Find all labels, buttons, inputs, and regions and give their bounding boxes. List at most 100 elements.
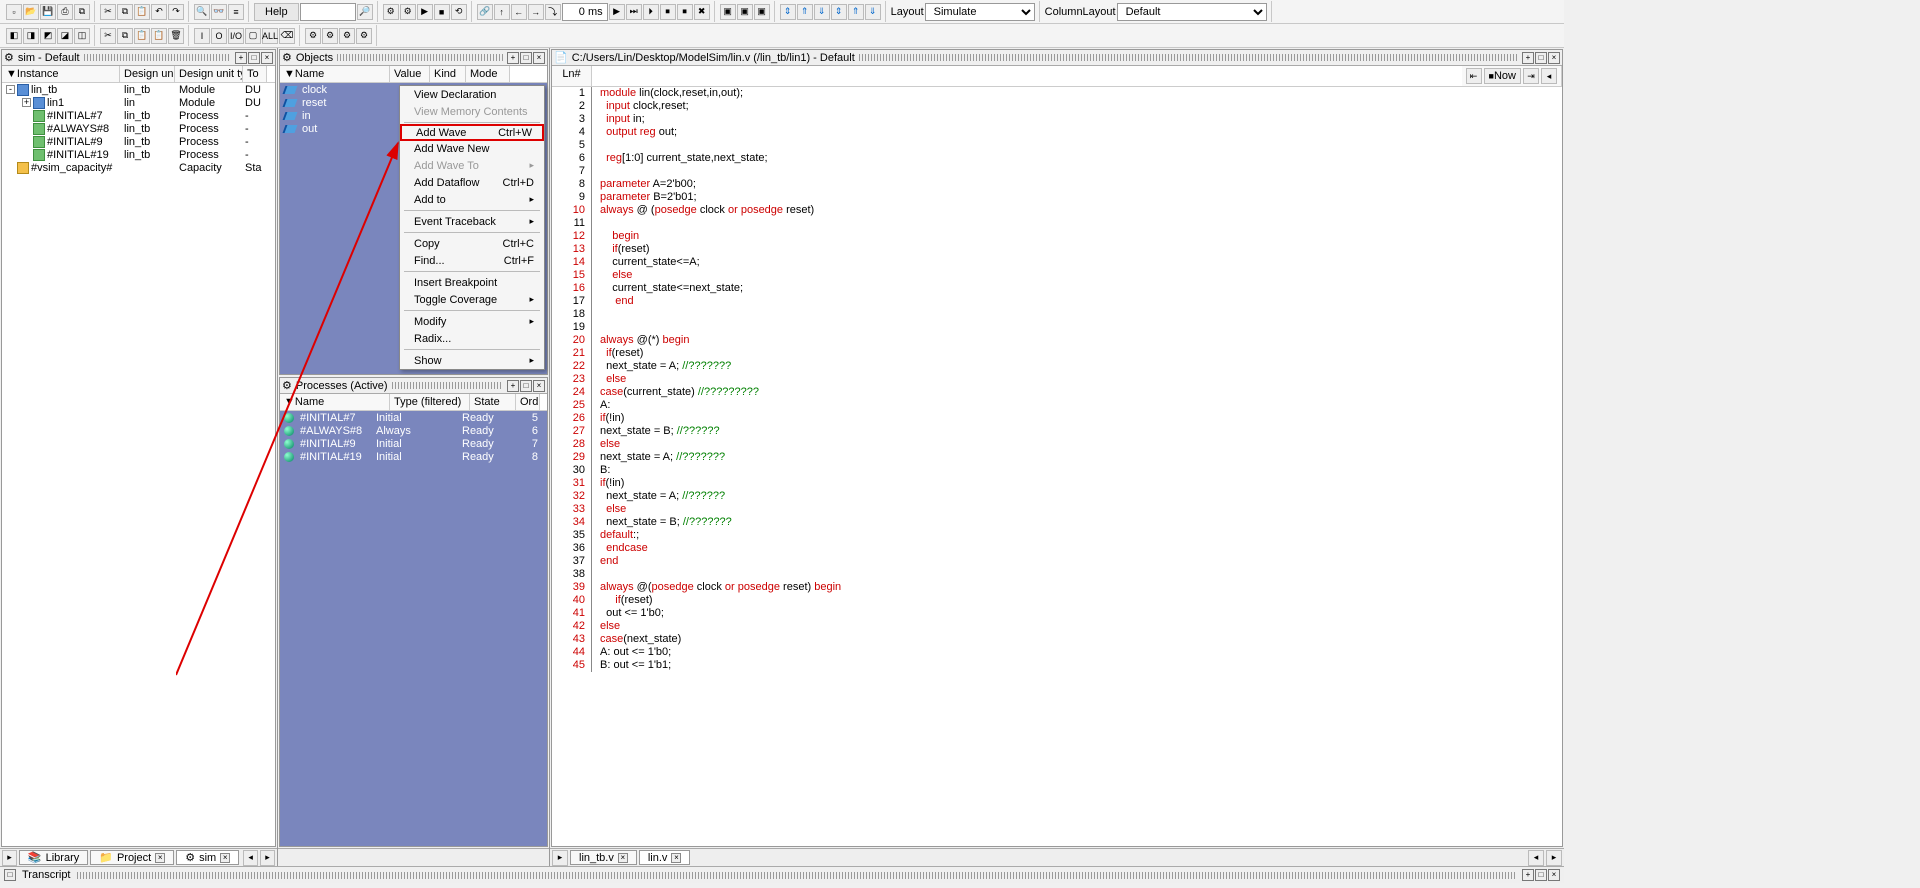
code-line[interactable]: 11 <box>552 217 1562 230</box>
sim-row[interactable]: #INITIAL#7lin_tbProcess- <box>2 109 275 122</box>
menu-modify[interactable]: Modify <box>400 313 544 330</box>
tab-scroll-right[interactable]: ▸ <box>260 850 275 866</box>
gear3-icon[interactable]: ⚙ <box>339 28 355 44</box>
menu-radix-[interactable]: Radix... <box>400 330 544 347</box>
copy-icon[interactable]: ⧉ <box>117 4 133 20</box>
tab-scroll-left[interactable]: ◂ <box>243 850 258 866</box>
code-line[interactable]: 33 else <box>552 503 1562 516</box>
t2-clr-icon[interactable]: ⌫ <box>279 28 295 44</box>
code-body[interactable]: 1module lin(clock,reset,in,out);2 input … <box>552 87 1562 846</box>
tab-lin-close[interactable]: × <box>671 853 681 863</box>
menu-show[interactable]: Show <box>400 352 544 369</box>
find-icon[interactable]: 🔍 <box>194 4 210 20</box>
proc-col-name[interactable]: ▼Name <box>280 394 390 410</box>
menu-view-declaration[interactable]: View Declaration <box>400 86 544 103</box>
stop2-icon[interactable]: ⏹ <box>677 4 693 20</box>
t2-ALL-icon[interactable]: ALL <box>262 28 278 44</box>
code-line[interactable]: 8parameter A=2'b00; <box>552 178 1562 191</box>
restart-icon[interactable]: ⟲ <box>451 4 467 20</box>
code-line[interactable]: 6 reg[1:0] current_state,next_state; <box>552 152 1562 165</box>
code-now-btn[interactable]: ■ Now <box>1484 68 1521 84</box>
sim-row[interactable]: #vsim_capacity#CapacitySta <box>2 161 275 174</box>
runall-icon[interactable]: ⏭ <box>626 4 642 20</box>
win3-icon[interactable]: ▣ <box>754 4 770 20</box>
code-float-btn[interactable]: + <box>1522 52 1534 64</box>
code-line[interactable]: 28else <box>552 438 1562 451</box>
help-input[interactable] <box>300 3 356 21</box>
print-icon[interactable]: ⎙ <box>57 4 73 20</box>
code-line[interactable]: 2 input clock,reset; <box>552 100 1562 113</box>
code-line[interactable]: 19 <box>552 321 1562 334</box>
zoomin2-icon[interactable]: ⇕ <box>831 4 847 20</box>
save-icon[interactable]: 💾 <box>40 4 56 20</box>
stop-icon[interactable]: ⏹ <box>660 4 676 20</box>
t2-1-icon[interactable]: ◧ <box>6 28 22 44</box>
tab-lin[interactable]: lin.v× <box>639 850 691 865</box>
code-line[interactable]: 29next_state = A; //??????? <box>552 451 1562 464</box>
sim-float-btn[interactable]: + <box>235 52 247 64</box>
code-line[interactable]: 18 <box>552 308 1562 321</box>
sim-col-du[interactable]: Design unit <box>120 66 175 82</box>
run-icon[interactable]: ▶ <box>609 4 625 20</box>
code-tab-scroll-left[interactable]: ◂ <box>1528 850 1544 866</box>
code-tab-scroll-right[interactable]: ▸ <box>1546 850 1562 866</box>
code-line[interactable]: 41 out <= 1'b0; <box>552 607 1562 620</box>
cut-icon[interactable]: ✂ <box>100 4 116 20</box>
obj-col-name[interactable]: ▼Name <box>280 66 390 82</box>
t2-O-icon[interactable]: O <box>211 28 227 44</box>
proc-close-btn[interactable]: × <box>533 380 545 392</box>
code-line[interactable]: 12 begin <box>552 230 1562 243</box>
compileall-icon[interactable]: ⚙ <box>400 4 416 20</box>
menu-toggle-coverage[interactable]: Toggle Coverage <box>400 291 544 308</box>
sim-row[interactable]: #INITIAL#19lin_tbProcess- <box>2 148 275 161</box>
sim-col-dut[interactable]: Design unit type <box>175 66 243 82</box>
code-line[interactable]: 44A: out <= 1'b0; <box>552 646 1562 659</box>
columnlayout-select[interactable]: Default <box>1117 3 1267 21</box>
sim-row[interactable]: #ALWAYS#8lin_tbProcess- <box>2 122 275 135</box>
menu-add-wave-new[interactable]: Add Wave New <box>400 140 544 157</box>
help-go-icon[interactable]: 🔎 <box>357 4 373 20</box>
process-row[interactable]: #INITIAL#19InitialReady8 <box>280 450 547 463</box>
proc-float-btn[interactable]: + <box>507 380 519 392</box>
code-line[interactable]: 25A: <box>552 399 1562 412</box>
win1-icon[interactable]: ▣ <box>720 4 736 20</box>
t2-3-icon[interactable]: ◩ <box>40 28 56 44</box>
sim-col-to[interactable]: To <box>243 66 267 82</box>
t2-paste2-icon[interactable]: 📋 <box>151 28 167 44</box>
t2-del-icon[interactable]: 🗑 <box>168 28 184 44</box>
code-line[interactable]: 21 if(reset) <box>552 347 1562 360</box>
cont-icon[interactable]: ⏵ <box>643 4 659 20</box>
tr-max[interactable]: □ <box>1535 869 1547 881</box>
t2-IO-icon[interactable]: I/O <box>228 28 244 44</box>
code-line[interactable]: 36 endcase <box>552 542 1562 555</box>
code-tab-list-icon[interactable]: ▸ <box>552 850 568 866</box>
code-line[interactable]: 22 next_state = A; //??????? <box>552 360 1562 373</box>
gear2-icon[interactable]: ⚙ <box>322 28 338 44</box>
obj-col-mode[interactable]: Mode <box>466 66 510 82</box>
right-icon[interactable]: → <box>528 4 544 20</box>
menu-add-dataflow[interactable]: Add DataflowCtrl+D <box>400 174 544 191</box>
obj-col-kind[interactable]: Kind <box>430 66 466 82</box>
code-line[interactable]: 39always @(posedge clock or posedge rese… <box>552 581 1562 594</box>
process-row[interactable]: #INITIAL#7InitialReady5 <box>280 411 547 424</box>
code-line[interactable]: 15 else <box>552 269 1562 282</box>
t2-cut-icon[interactable]: ✂ <box>100 28 116 44</box>
menu-add-wave[interactable]: Add WaveCtrl+W <box>400 124 544 141</box>
process-row[interactable]: #ALWAYS#8AlwaysReady6 <box>280 424 547 437</box>
tab-sim[interactable]: ⚙sim× <box>176 850 239 865</box>
code-line[interactable]: 40 if(reset) <box>552 594 1562 607</box>
code-line[interactable]: 30B: <box>552 464 1562 477</box>
tab-list-icon[interactable]: ▸ <box>2 850 17 866</box>
code-line[interactable]: 10always @ (posedge clock or posedge res… <box>552 204 1562 217</box>
t2-2-icon[interactable]: ◨ <box>23 28 39 44</box>
transcript-expand[interactable]: □ <box>4 869 16 881</box>
zoomin4-icon[interactable]: ⇓ <box>865 4 881 20</box>
obj-max-btn[interactable]: □ <box>520 52 532 64</box>
sim-col-instance[interactable]: ▼Instance <box>2 66 120 82</box>
code-home-icon[interactable]: ⇤ <box>1466 68 1482 84</box>
menu-copy[interactable]: CopyCtrl+C <box>400 235 544 252</box>
obj-float-btn[interactable]: + <box>507 52 519 64</box>
gear4-icon[interactable]: ⚙ <box>356 28 372 44</box>
open-icon[interactable]: 📂 <box>23 4 39 20</box>
zoomin-icon[interactable]: ⇑ <box>797 4 813 20</box>
